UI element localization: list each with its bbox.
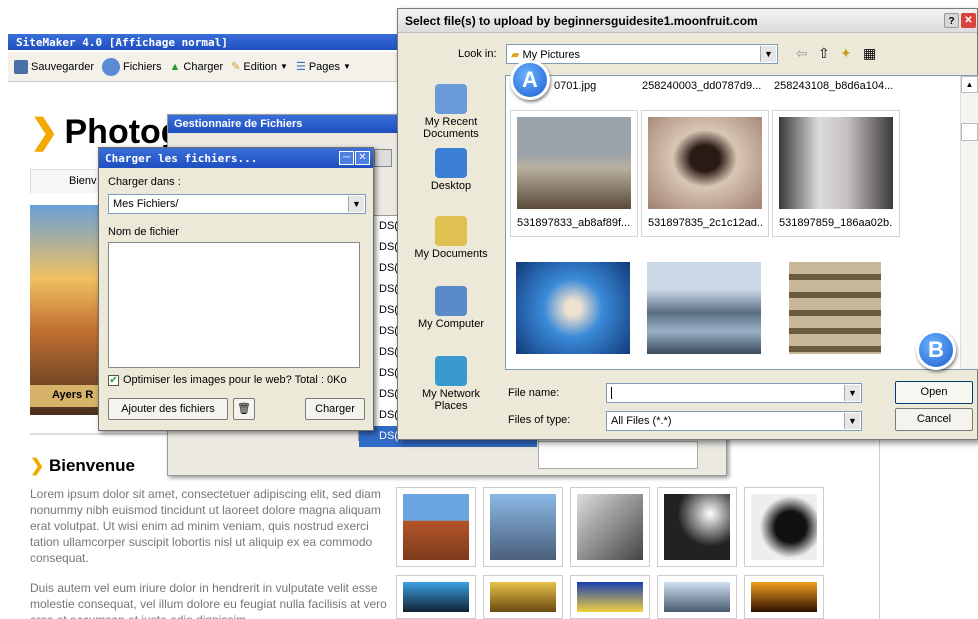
trash-icon: 🗑 (237, 403, 251, 415)
view-menu-icon[interactable]: ▦ (863, 45, 876, 62)
chevron-down-icon: ▼ (348, 196, 364, 212)
arrow-bullet-icon: ❯ (30, 456, 49, 475)
file-tile[interactable] (510, 256, 638, 371)
upload-files-window: Charger les fichiers... ─ ✕ Charger dans… (98, 147, 374, 431)
files-icon (102, 57, 120, 76)
upload-submit-button[interactable]: Charger (305, 398, 365, 420)
file-name-label: File name: (508, 387, 560, 399)
hero-caption: Ayers R (30, 385, 100, 407)
toolbar-icon[interactable] (374, 149, 392, 167)
file-name-input[interactable]: ▼ (606, 383, 862, 403)
places-bar: My Recent Documents Desktop My Documents My… (404, 74, 498, 426)
trash-button[interactable]: 🗑 (233, 398, 255, 420)
hero-image (30, 205, 100, 415)
place-network-places[interactable]: My Network Places (404, 356, 498, 412)
place-my-documents[interactable]: My Documents (404, 216, 498, 260)
pages-menu[interactable]: ☰ Pages ▼ (295, 60, 351, 74)
chevron-down-icon: ▼ (343, 62, 351, 71)
chevron-down-icon: ▼ (280, 62, 288, 71)
up-folder-icon[interactable]: ⇧ (818, 45, 830, 62)
nav-tab-bienvenue[interactable]: Bienv (30, 169, 102, 193)
close-button[interactable]: ✕ (355, 151, 370, 165)
gallery-thumb[interactable] (657, 487, 737, 567)
gallery-thumb[interactable] (483, 575, 563, 619)
new-folder-icon[interactable]: ✦ (840, 45, 852, 62)
vertical-scrollbar[interactable]: ▲ (960, 76, 978, 369)
minimize-button[interactable]: ─ (339, 151, 354, 165)
close-button[interactable]: ✕ (961, 13, 976, 28)
place-desktop[interactable]: Desktop (404, 148, 498, 192)
paragraph: Duis autem vel eum iriure dolor in hendr… (30, 581, 387, 619)
help-button[interactable]: ? (944, 13, 959, 28)
file-tile[interactable] (641, 256, 769, 371)
upload-arrow-icon: ▲ (169, 60, 181, 73)
preview-area (538, 441, 698, 469)
gallery-thumb[interactable] (483, 487, 563, 567)
check-icon: ✔ (108, 374, 119, 386)
filename-list[interactable] (108, 242, 360, 368)
filename-label: Nom de fichier (108, 226, 179, 238)
cancel-button[interactable]: Cancel (895, 408, 973, 431)
section-title: ❯ Bienvenue (30, 456, 135, 475)
look-in-label: Look in: (458, 48, 497, 60)
add-files-button[interactable]: Ajouter des fichiers (108, 398, 228, 420)
recent-documents-icon (435, 84, 467, 114)
gallery-thumb[interactable] (744, 487, 824, 567)
file-tile[interactable]: 531897835_2c1c12ad... (641, 110, 769, 237)
file-list-pane: 0701.jpg 258240003_dd0787d9... 258243108_b… (505, 75, 978, 370)
gallery-thumb[interactable] (744, 575, 824, 619)
gallery-thumb[interactable] (396, 575, 476, 619)
dialog-title: Select file(s) to upload by beginnersgui… (398, 9, 977, 33)
text-cursor (611, 387, 612, 400)
pages-icon: ☰ (295, 61, 306, 73)
network-places-icon (435, 356, 467, 386)
file-tile[interactable] (772, 256, 900, 371)
scroll-thumb[interactable] (961, 123, 978, 141)
my-computer-icon (435, 286, 467, 316)
upload-window-title: Charger les fichiers... (99, 148, 373, 168)
open-button[interactable]: Open (895, 381, 973, 404)
top-row-filenames: 0701.jpg 258240003_dd0787d9... 258243108_b… (554, 80, 894, 92)
chevron-down-icon: ▼ (844, 413, 860, 429)
gallery-thumb[interactable] (570, 575, 650, 619)
file-type-label: Files of type: (508, 414, 571, 426)
pencil-icon: ✎ (231, 61, 241, 73)
place-my-computer[interactable]: My Computer (404, 286, 498, 330)
save-icon (14, 59, 28, 74)
save-button[interactable]: Sauvegarder (14, 59, 94, 74)
folder-icon: ▰ (511, 49, 523, 61)
gallery-thumb[interactable] (396, 487, 476, 567)
paragraph: Lorem ipsum dolor sit amet, consectetuer… (30, 487, 381, 565)
folder-select[interactable]: Mes Fichiers/▼ (108, 194, 366, 214)
gallery-thumb[interactable] (570, 487, 650, 567)
gallery-thumb[interactable] (657, 575, 737, 619)
my-documents-icon (435, 216, 467, 246)
folder-label: Charger dans : (108, 176, 181, 188)
sitemaker-toolbar: Sauvegarder Fichiers ▲ Charger ✎ Edition ▼ … (8, 52, 408, 82)
open-file-dialog: Select file(s) to upload by beginnersgui… (397, 8, 978, 440)
place-recent-documents[interactable]: My Recent Documents (404, 84, 498, 140)
sitemaker-title-bar: SiteMaker 4.0 [Affichage normal] (8, 34, 408, 50)
chevron-down-icon: ▼ (760, 46, 776, 62)
marker-a: A (510, 60, 550, 100)
files-button[interactable]: Fichiers (102, 57, 162, 76)
chevron-down-icon: ▼ (844, 385, 860, 401)
optimize-checkbox[interactable]: ✔ Optimiser les images pour le web? Total… (108, 374, 347, 386)
desktop-icon (435, 148, 467, 178)
arrow-bullet-icon: ❯ (30, 113, 59, 151)
look-in-select[interactable]: ▰ My Pictures ▼ (506, 44, 778, 64)
file-tile[interactable]: 531897859_186aa02b... (772, 110, 900, 237)
edit-menu[interactable]: ✎ Edition ▼ (231, 60, 288, 74)
back-icon[interactable]: ⇦ (796, 45, 808, 62)
marker-b: B (916, 330, 956, 370)
file-tile[interactable]: 531897833_ab8af89f... (510, 110, 638, 237)
upload-button[interactable]: ▲ Charger (170, 61, 224, 73)
scroll-up-icon[interactable]: ▲ (961, 76, 978, 93)
file-type-select[interactable]: All Files (*.*) ▼ (606, 411, 862, 431)
